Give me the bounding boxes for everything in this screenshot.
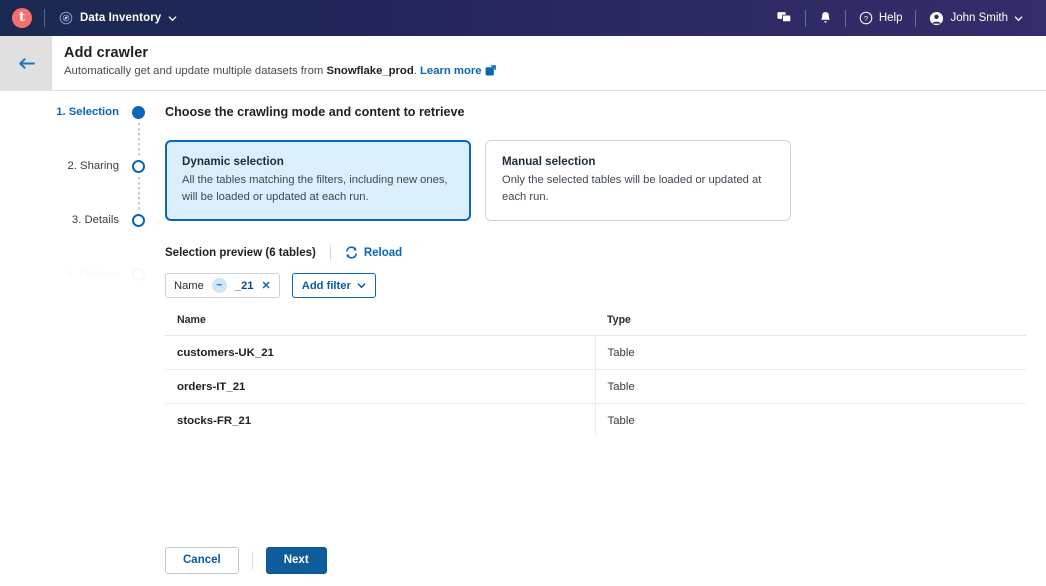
table-head: Name Type [165,314,1026,336]
filter-bar: Name ~ _21 ✕ Add filter [165,273,1026,298]
cell-name: orders-IT_21 [165,370,595,404]
reload-label: Reload [364,247,402,259]
card-dynamic-selection[interactable]: Dynamic selection All the tables matchin… [165,140,471,221]
user-avatar-icon [929,11,944,26]
stepper-label: 3. Details [72,213,119,227]
selection-preview-table: Name Type customers-UK_21Tableorders-IT_… [165,314,1026,434]
chat-icon [777,11,792,25]
chevron-down-icon [168,14,177,23]
subtitle-prefix: Automatically get and update multiple da… [64,65,326,77]
column-header-name[interactable]: Name [165,314,595,336]
column-header-type[interactable]: Type [595,314,1026,336]
main-content: Choose the crawling mode and content to … [165,105,1026,434]
cell-name: customers-UK_21 [165,336,595,370]
stepper-connector [138,177,140,211]
card-description: All the tables matching the filters, inc… [182,172,454,206]
cell-type: Table [595,370,1026,404]
refresh-icon [345,246,358,259]
chevron-down-icon [1014,14,1023,23]
user-name-label: John Smith [950,12,1008,24]
cell-type: Table [595,336,1026,370]
close-icon[interactable]: ✕ [262,279,271,292]
preview-title-text: Selection preview [165,247,262,259]
user-menu[interactable]: John Smith [916,11,1036,26]
page-header-text: Add crawler Automatically get and update… [64,45,496,77]
chevron-down-icon [357,281,366,290]
filter-value: _21 [235,280,254,292]
svg-text:?: ? [864,14,868,23]
next-button[interactable]: Next [266,547,327,574]
section-title: Choose the crawling mode and content to … [165,105,1026,119]
stepper-dot [132,214,145,227]
stepper-dot [132,160,145,173]
stepper-dot [132,268,145,281]
back-arrow-icon [18,57,35,70]
stepper-item-details[interactable]: 3. Details [0,213,145,267]
cancel-button[interactable]: Cancel [165,547,239,574]
chat-button[interactable] [764,11,805,25]
back-button[interactable] [0,36,52,91]
app-logo[interactable]: t [0,8,44,28]
learn-more-label: Learn more [420,65,482,77]
cell-type: Table [595,404,1026,435]
subtitle-suffix: . [414,65,417,77]
card-title: Dynamic selection [182,155,454,168]
stepper-label: 2. Sharing [68,159,120,173]
card-manual-selection[interactable]: Manual selection Only the selected table… [485,140,791,221]
compass-icon [59,11,73,25]
app-switcher[interactable]: Data Inventory [59,11,177,25]
wizard-stepper: 1. Selection 2. Sharing 3. Details 4. Pr… [0,105,145,321]
stepper-dot [132,106,145,119]
help-button[interactable]: ? Help [846,11,916,25]
logo-letter: t [12,8,32,28]
external-link-icon [485,65,496,76]
add-filter-button[interactable]: Add filter [292,273,376,298]
notifications-button[interactable] [806,11,845,25]
stepper-item-selection[interactable]: 1. Selection [0,105,145,159]
page-header: Add crawler Automatically get and update… [0,36,1046,91]
filter-field-label: Name [174,280,204,292]
top-navigation-bar: t Data Inventory ? Help [0,0,1046,36]
selection-mode-cards: Dynamic selection All the tables matchin… [165,140,1026,221]
filter-operator-badge: ~ [212,278,227,293]
learn-more-link[interactable]: Learn more [420,65,482,77]
app-name-label: Data Inventory [80,12,161,24]
help-circle-icon: ? [859,11,873,25]
selection-preview-header: Selection preview (6 tables) Reload [165,245,1026,260]
page-subtitle: Automatically get and update multiple da… [64,65,496,77]
table-body: customers-UK_21Tableorders-IT_21Tablesto… [165,336,1026,435]
stepper-item-sharing[interactable]: 2. Sharing [0,159,145,213]
stepper-item-ghost: 4. Preview [0,267,145,321]
selection-preview-table-wrapper[interactable]: Name Type customers-UK_21Tableorders-IT_… [165,314,1026,434]
preview-divider [330,245,331,260]
wizard-footer: Cancel Next [0,534,1046,586]
page-title: Add crawler [64,45,496,61]
add-filter-label: Add filter [302,280,351,292]
cell-name: stocks-FR_21 [165,404,595,435]
preview-count: (6 tables) [265,247,316,259]
header-divider [44,9,45,27]
card-title: Manual selection [502,155,774,168]
filter-chip-name[interactable]: Name ~ _21 ✕ [165,273,280,298]
table-header-row: Name Type [165,314,1026,336]
bell-icon [819,11,832,25]
card-description: Only the selected tables will be loaded … [502,172,774,206]
stepper-connector [138,123,140,157]
help-label: Help [879,12,903,24]
table-row[interactable]: orders-IT_21Table [165,370,1026,404]
subtitle-source: Snowflake_prod [326,65,413,77]
footer-divider [252,552,253,569]
table-row[interactable]: stocks-FR_21Table [165,404,1026,435]
preview-title: Selection preview (6 tables) [165,247,316,259]
stepper-label: 4. Preview [66,267,119,281]
reload-button[interactable]: Reload [345,246,402,259]
top-bar-actions: ? Help John Smith [764,10,1046,27]
table-row[interactable]: customers-UK_21Table [165,336,1026,370]
stepper-label: 1. Selection [56,105,119,119]
